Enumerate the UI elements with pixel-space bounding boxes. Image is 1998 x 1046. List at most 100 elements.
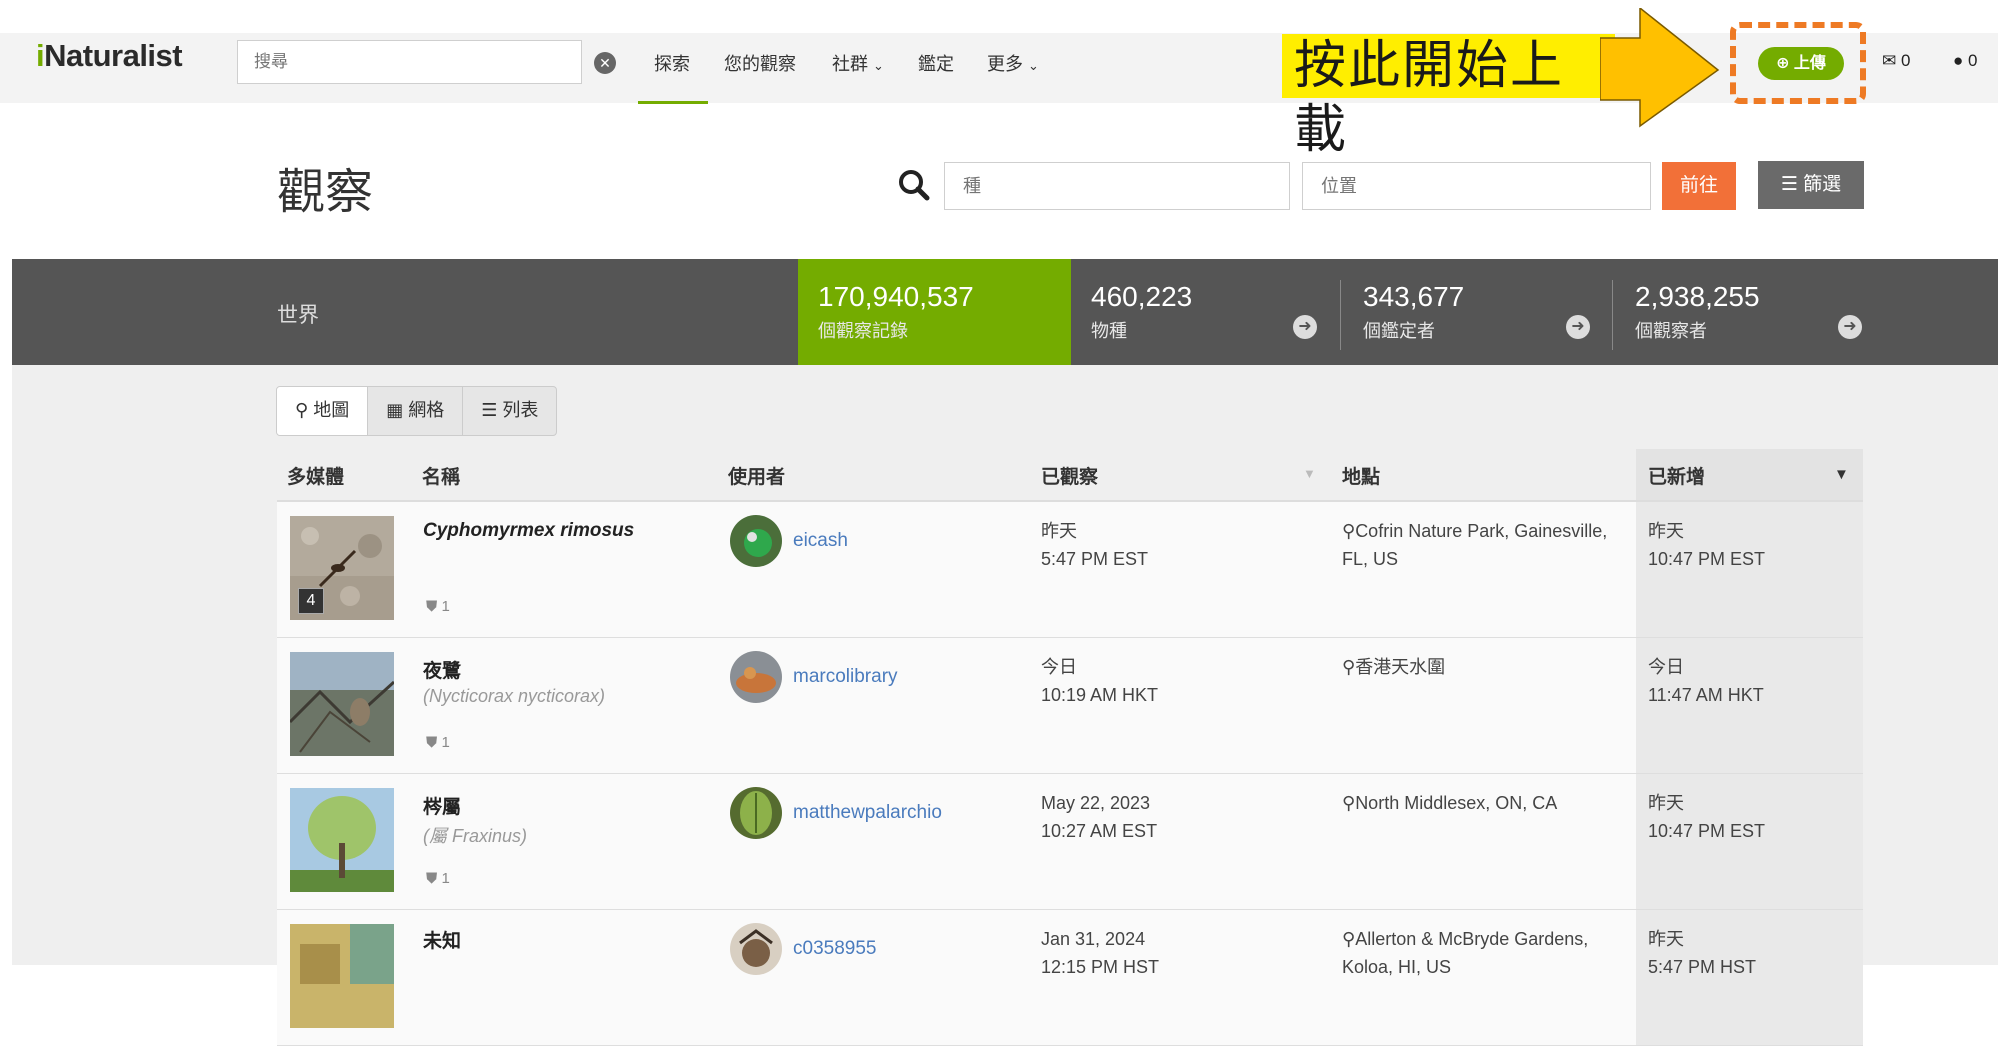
header-name[interactable]: 名稱 [422, 462, 460, 489]
observation-photo[interactable] [290, 788, 394, 892]
site-search-input-wrapper [237, 40, 582, 84]
speech-bubble-icon: ● [1953, 51, 1964, 70]
place-text-line2: FL, US [1342, 549, 1399, 569]
identification-count: ⛊ 1 [426, 598, 450, 615]
inaturalist-logo[interactable]: iNaturalist [36, 38, 183, 74]
nav-identify[interactable]: 鑑定 [918, 50, 954, 76]
observation-photo[interactable] [290, 652, 394, 756]
map-pin-icon: ⚲ [1342, 521, 1356, 541]
map-view-button[interactable]: ⚲ 地圖 [277, 387, 369, 435]
observation-photo[interactable] [290, 924, 394, 1028]
notifications-link[interactable]: ● 0 [1953, 51, 1977, 71]
chevron-down-icon: ⌄ [1028, 58, 1039, 73]
observed-time: 10:27 AM EST [1041, 821, 1158, 841]
list-view-button[interactable]: ☰ 列表 [463, 387, 556, 435]
map-pin-icon: ⚲ [295, 400, 309, 420]
place-input[interactable] [1303, 163, 1650, 209]
page-title: 觀察 [277, 164, 374, 220]
chevron-down-icon: ⌄ [873, 58, 884, 73]
grid-view-button[interactable]: ▦ 網格 [368, 387, 464, 435]
identification-count: ⛊ 1 [426, 870, 450, 887]
clear-search-icon[interactable]: ✕ [594, 52, 616, 74]
added-time: 10:47 PM EST [1648, 549, 1766, 569]
user-avatar[interactable] [730, 651, 782, 703]
observers-label: 個觀察者 [1635, 321, 1707, 341]
sort-caret-icon: ▼ [1303, 466, 1316, 481]
stat-divider [1340, 280, 1341, 350]
observations-count: 170,940,537 [818, 281, 974, 312]
identifiers-arrow-icon[interactable]: ➜ [1566, 315, 1590, 339]
upload-callout-label: 按此開始上載 [1282, 34, 1615, 160]
place-input-wrapper [1302, 162, 1651, 210]
header-observed[interactable]: 已觀察 [1041, 462, 1098, 489]
search-icon [899, 170, 930, 201]
added-time: 5:47 PM HST [1648, 957, 1757, 977]
nav-more[interactable]: 更多 ⌄ [987, 50, 1039, 76]
added-date: 昨天 [1648, 929, 1684, 949]
grid-icon: ▦ [386, 400, 404, 420]
header-media: 多媒體 [287, 467, 345, 488]
username-link[interactable]: eicash [793, 530, 848, 552]
shield-icon: ⛊ [426, 598, 438, 615]
nav-active-indicator [638, 101, 708, 104]
place-text-line2: Koloa, HI, US [1342, 957, 1452, 977]
species-label: 物種 [1091, 321, 1127, 341]
observed-time: 12:15 PM HST [1041, 957, 1160, 977]
site-search-input[interactable] [238, 41, 581, 83]
place-text: ⚲Allerton & McBryde Gardens, [1342, 929, 1589, 949]
observed-date: 昨天 [1041, 521, 1077, 541]
observed-date: 今日 [1041, 657, 1077, 677]
photo-count-badge: 4 [298, 588, 324, 614]
header-added[interactable]: 已新增 [1648, 462, 1705, 489]
place-text: ⚲香港天水圍 [1342, 657, 1446, 677]
taxon-name[interactable]: 夜鷺 [423, 656, 461, 683]
user-avatar[interactable] [730, 787, 782, 839]
added-date: 昨天 [1648, 793, 1684, 813]
taxon-name[interactable]: 梣屬 [423, 792, 461, 819]
species-input-wrapper [944, 162, 1290, 210]
taxon-name[interactable]: Cyphomyrmex rimosus [423, 520, 634, 542]
observed-time: 5:47 PM EST [1041, 549, 1149, 569]
taxon-name[interactable]: 未知 [423, 926, 461, 953]
header-place[interactable]: 地點 [1342, 462, 1380, 489]
identification-count: ⛊ 1 [426, 734, 450, 751]
added-time: 10:47 PM EST [1648, 821, 1766, 841]
upload-button[interactable]: ⊕ 上傳 [1758, 47, 1844, 80]
added-date: 今日 [1648, 657, 1684, 677]
callout-arrow-icon [1600, 8, 1720, 128]
observations-label: 個觀察記錄 [818, 321, 908, 341]
view-toggle: ⚲ 地圖 ▦ 網格 ☰ 列表 [276, 386, 558, 436]
nav-community[interactable]: 社群 ⌄ [832, 50, 884, 76]
identifiers-label: 個鑑定者 [1363, 321, 1435, 341]
user-avatar[interactable] [730, 923, 782, 975]
shield-icon: ⛊ [426, 870, 438, 887]
go-button[interactable]: 前往 [1662, 162, 1736, 210]
observers-count: 2,938,255 [1635, 281, 1760, 312]
species-count: 460,223 [1091, 281, 1193, 312]
sort-desc-icon[interactable]: ▼ [1834, 466, 1849, 483]
observers-arrow-icon[interactable]: ➜ [1838, 315, 1862, 339]
messages-link[interactable]: ✉ 0 [1882, 51, 1910, 71]
username-link[interactable]: marcolibrary [793, 666, 898, 688]
upload-icon: ⊕ [1776, 55, 1790, 72]
header-user[interactable]: 使用者 [728, 462, 785, 489]
species-input[interactable] [945, 163, 1289, 209]
nav-your-observations[interactable]: 您的觀察 [724, 50, 796, 76]
list-icon: ☰ [481, 400, 498, 420]
taxon-scientific-name[interactable]: (Nycticorax nycticorax) [423, 686, 605, 707]
added-time: 11:47 AM HKT [1648, 685, 1764, 705]
username-link[interactable]: c0358955 [793, 938, 876, 960]
observed-time: 10:19 AM HKT [1041, 685, 1159, 705]
species-arrow-icon[interactable]: ➜ [1293, 315, 1317, 339]
shield-icon: ⛊ [426, 734, 438, 751]
place-text: ⚲Cofrin Nature Park, Gainesville, [1342, 521, 1608, 541]
filter-button[interactable]: ☰ 篩選 [1758, 161, 1864, 209]
user-avatar[interactable] [730, 515, 782, 567]
nav-explore[interactable]: 探索 [654, 50, 690, 76]
place-label: 世界 [277, 304, 319, 327]
taxon-scientific-name[interactable]: (屬 Fraxinus) [423, 822, 527, 848]
added-date: 昨天 [1648, 521, 1684, 541]
observed-date: Jan 31, 2024 [1041, 929, 1146, 949]
username-link[interactable]: matthewpalarchio [793, 802, 942, 824]
sliders-icon: ☰ [1780, 174, 1798, 195]
